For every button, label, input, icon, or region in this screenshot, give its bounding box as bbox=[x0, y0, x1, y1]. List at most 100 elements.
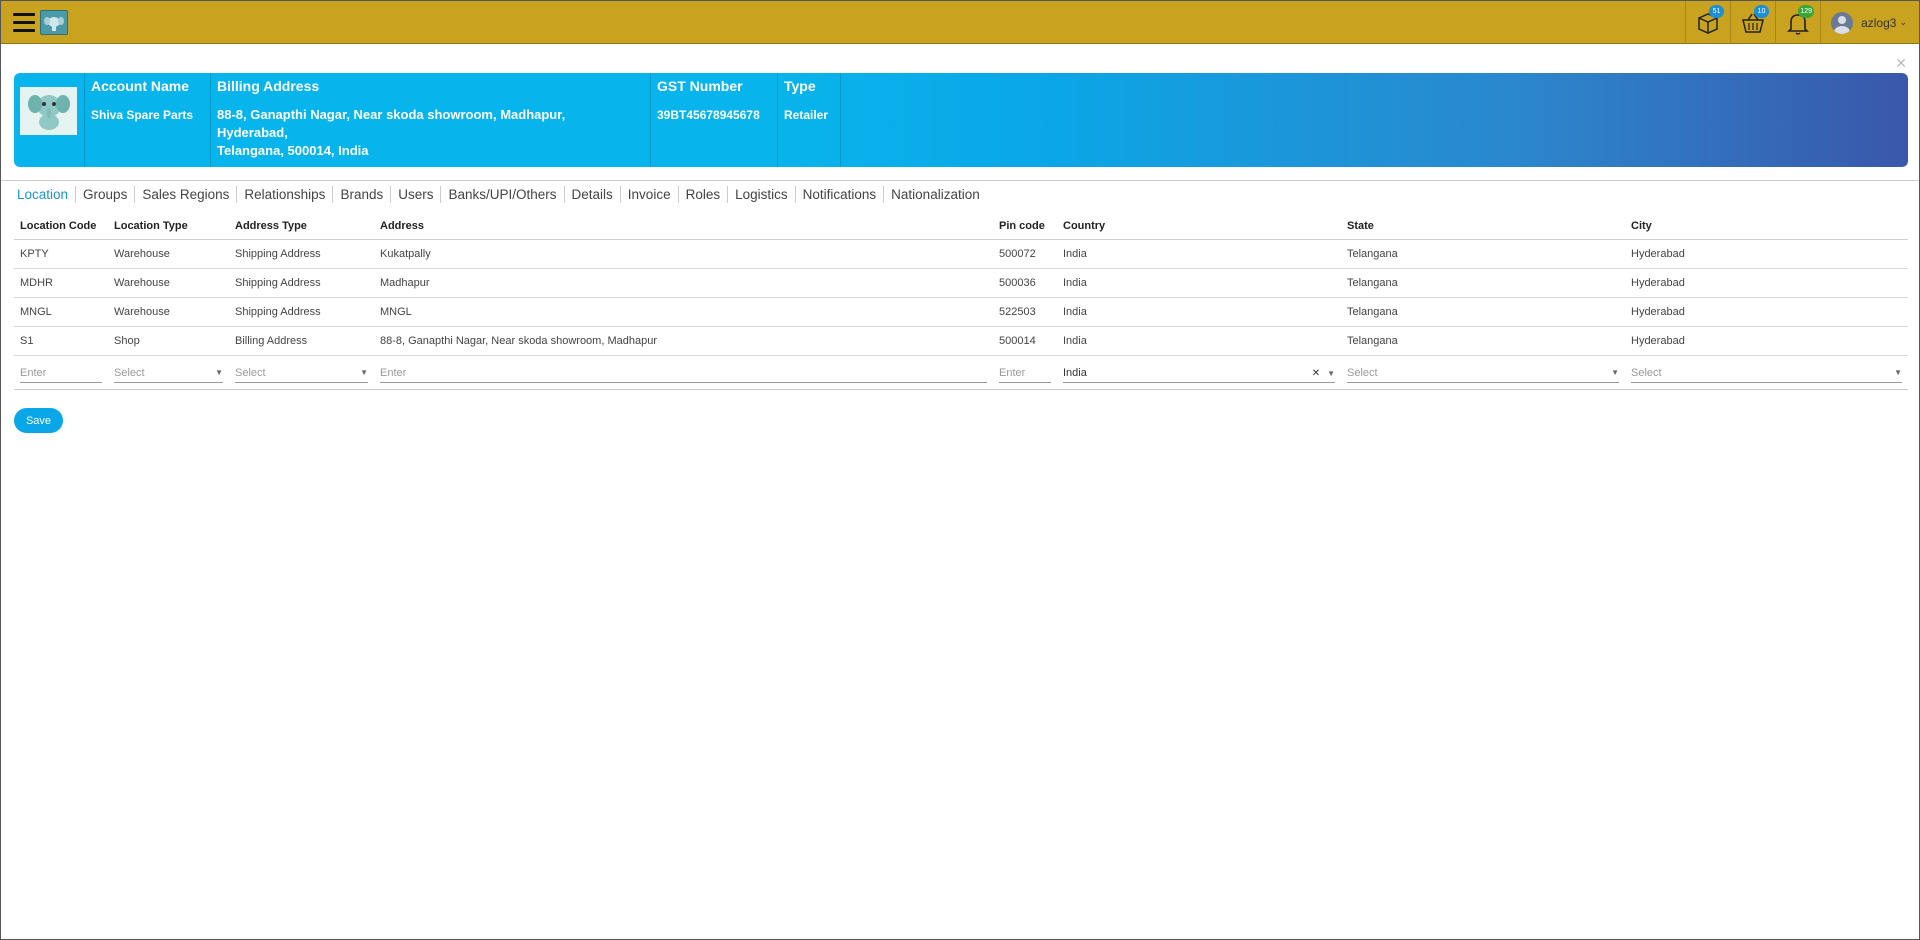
pin-code-cell: Enter bbox=[993, 355, 1057, 390]
column-header: State bbox=[1341, 213, 1625, 240]
cell-city: Hyderabad bbox=[1625, 268, 1908, 298]
user-name: azlog3 bbox=[1861, 15, 1897, 30]
dropdown-arrow-icon: ▼ bbox=[215, 368, 223, 377]
cell-state: Telangana bbox=[1341, 239, 1625, 269]
save-button[interactable]: Save bbox=[14, 408, 63, 433]
tab-notifications[interactable]: Notifications bbox=[796, 186, 885, 203]
table-row: MNGL Warehouse Shipping Address MNGL 522… bbox=[14, 297, 1908, 327]
cell-location-type: Warehouse bbox=[108, 297, 229, 327]
dropdown-arrow-icon: ▼ bbox=[1894, 368, 1902, 377]
top-bar: 51 10 129 azlog3 ⌄ bbox=[1, 1, 1919, 44]
cell-location-code: MDHR bbox=[14, 268, 108, 298]
account-name-cell: Account Name Shiva Spare Parts bbox=[85, 73, 211, 167]
cell-state: Telangana bbox=[1341, 268, 1625, 298]
cell-state: Telangana bbox=[1341, 326, 1625, 356]
tab-groups[interactable]: Groups bbox=[76, 186, 136, 203]
cell-pin-code: 500036 bbox=[993, 268, 1057, 298]
cell-location-type: Warehouse bbox=[108, 239, 229, 269]
gst-label: GST Number bbox=[657, 78, 743, 94]
avatar bbox=[1831, 11, 1854, 34]
cell-location-type: Warehouse bbox=[108, 268, 229, 298]
close-icon[interactable]: ✕ bbox=[1895, 55, 1907, 72]
tab-details[interactable]: Details bbox=[565, 186, 621, 203]
cell-address: Madhapur bbox=[374, 268, 993, 298]
column-header: Address Type bbox=[229, 213, 374, 240]
location-type-placeholder: Select bbox=[114, 366, 145, 379]
column-header: Location Code bbox=[14, 213, 108, 240]
column-header: Country bbox=[1057, 213, 1341, 240]
hamburger-icon[interactable] bbox=[13, 13, 35, 32]
column-header: Location Type bbox=[108, 213, 229, 240]
city-placeholder: Select bbox=[1631, 366, 1662, 379]
cell-address: MNGL bbox=[374, 297, 993, 327]
address-type-placeholder: Select bbox=[235, 366, 266, 379]
locations-table: Location Code Location Type Address Type… bbox=[14, 213, 1908, 390]
billing-address-label: Billing Address bbox=[217, 78, 320, 94]
notifications-badge: 129 bbox=[1798, 5, 1815, 18]
cell-country: India bbox=[1057, 268, 1341, 298]
account-banner: Account Name Shiva Spare Parts Billing A… bbox=[14, 73, 1908, 167]
cell-location-code: S1 bbox=[14, 326, 108, 356]
billing-address-line2: Hyderabad, bbox=[217, 125, 288, 140]
country-select[interactable]: India ✕ ▼ bbox=[1063, 363, 1335, 383]
table-row: MDHR Warehouse Shipping Address Madhapur… bbox=[14, 268, 1908, 298]
cell-pin-code: 500014 bbox=[993, 326, 1057, 356]
address-placeholder: Enter bbox=[380, 366, 407, 379]
state-cell: Select ▼ bbox=[1341, 355, 1625, 390]
packages-badge: 51 bbox=[1709, 5, 1725, 18]
section-divider bbox=[1, 180, 1919, 181]
location-code-input[interactable]: Enter bbox=[20, 363, 102, 383]
billing-address-cell: Billing Address 88-8, Ganapthi Nagar, Ne… bbox=[211, 73, 651, 167]
column-header: Pin code bbox=[993, 213, 1057, 240]
location-code-placeholder: Enter bbox=[20, 366, 47, 379]
tab-roles[interactable]: Roles bbox=[679, 186, 729, 203]
pin-code-input[interactable]: Enter bbox=[999, 363, 1051, 383]
cell-state: Telangana bbox=[1341, 297, 1625, 327]
dropdown-arrow-icon: ▼ bbox=[1611, 368, 1619, 377]
address-type-select[interactable]: Select ▼ bbox=[235, 363, 368, 383]
cell-address: Kukatpally bbox=[374, 239, 993, 269]
cell-pin-code: 500072 bbox=[993, 239, 1057, 269]
state-select[interactable]: Select ▼ bbox=[1347, 363, 1619, 383]
notifications-button[interactable]: 129 bbox=[1775, 1, 1820, 44]
table-header-row: Location Code Location Type Address Type… bbox=[14, 213, 1908, 240]
account-name-value: Shiva Spare Parts bbox=[91, 108, 194, 122]
tab-nationalization[interactable]: Nationalization bbox=[884, 186, 987, 203]
cell-city: Hyderabad bbox=[1625, 239, 1908, 269]
new-location-row: Enter Select ▼ Select ▼ Enter Enter Indi… bbox=[14, 355, 1908, 390]
tab-logistics[interactable]: Logistics bbox=[728, 186, 796, 203]
cart-button[interactable]: 10 bbox=[1730, 1, 1775, 44]
packages-button[interactable]: 51 bbox=[1685, 1, 1730, 44]
user-menu[interactable]: azlog3 ⌄ bbox=[1820, 1, 1919, 44]
tab-banks[interactable]: Banks/UPI/Others bbox=[441, 186, 565, 203]
cell-address: 88-8, Ganapthi Nagar, Near skoda showroo… bbox=[374, 326, 993, 356]
account-logo bbox=[20, 87, 77, 135]
app-logo[interactable] bbox=[40, 10, 68, 35]
address-cell: Enter bbox=[374, 355, 993, 390]
cell-city: Hyderabad bbox=[1625, 326, 1908, 356]
gst-value: 39BT45678945678 bbox=[657, 108, 760, 122]
cell-country: India bbox=[1057, 239, 1341, 269]
address-input[interactable]: Enter bbox=[380, 363, 987, 383]
type-label: Type bbox=[784, 78, 816, 94]
table-row: S1 Shop Billing Address 88-8, Ganapthi N… bbox=[14, 326, 1908, 356]
tab-brands[interactable]: Brands bbox=[333, 186, 392, 203]
country-cell: India ✕ ▼ bbox=[1057, 355, 1341, 390]
tab-sales-regions[interactable]: Sales Regions bbox=[135, 186, 238, 203]
cell-location-code: MNGL bbox=[14, 297, 108, 327]
column-header: Address bbox=[374, 213, 993, 240]
billing-address-line1: 88-8, Ganapthi Nagar, Near skoda showroo… bbox=[217, 107, 566, 122]
column-header: City bbox=[1625, 213, 1908, 240]
cell-location-code: KPTY bbox=[14, 239, 108, 269]
city-select[interactable]: Select ▼ bbox=[1631, 363, 1902, 383]
cell-city: Hyderabad bbox=[1625, 297, 1908, 327]
location-type-select[interactable]: Select ▼ bbox=[114, 363, 223, 383]
tab-invoice[interactable]: Invoice bbox=[621, 186, 679, 203]
location-code-cell: Enter bbox=[14, 355, 108, 390]
cell-address-type: Shipping Address bbox=[229, 239, 374, 269]
clear-icon[interactable]: ✕ bbox=[1312, 368, 1320, 379]
tab-users[interactable]: Users bbox=[391, 186, 442, 203]
tab-relationships[interactable]: Relationships bbox=[237, 186, 334, 203]
tab-location[interactable]: Location bbox=[13, 186, 77, 203]
pin-code-placeholder: Enter bbox=[999, 366, 1026, 379]
